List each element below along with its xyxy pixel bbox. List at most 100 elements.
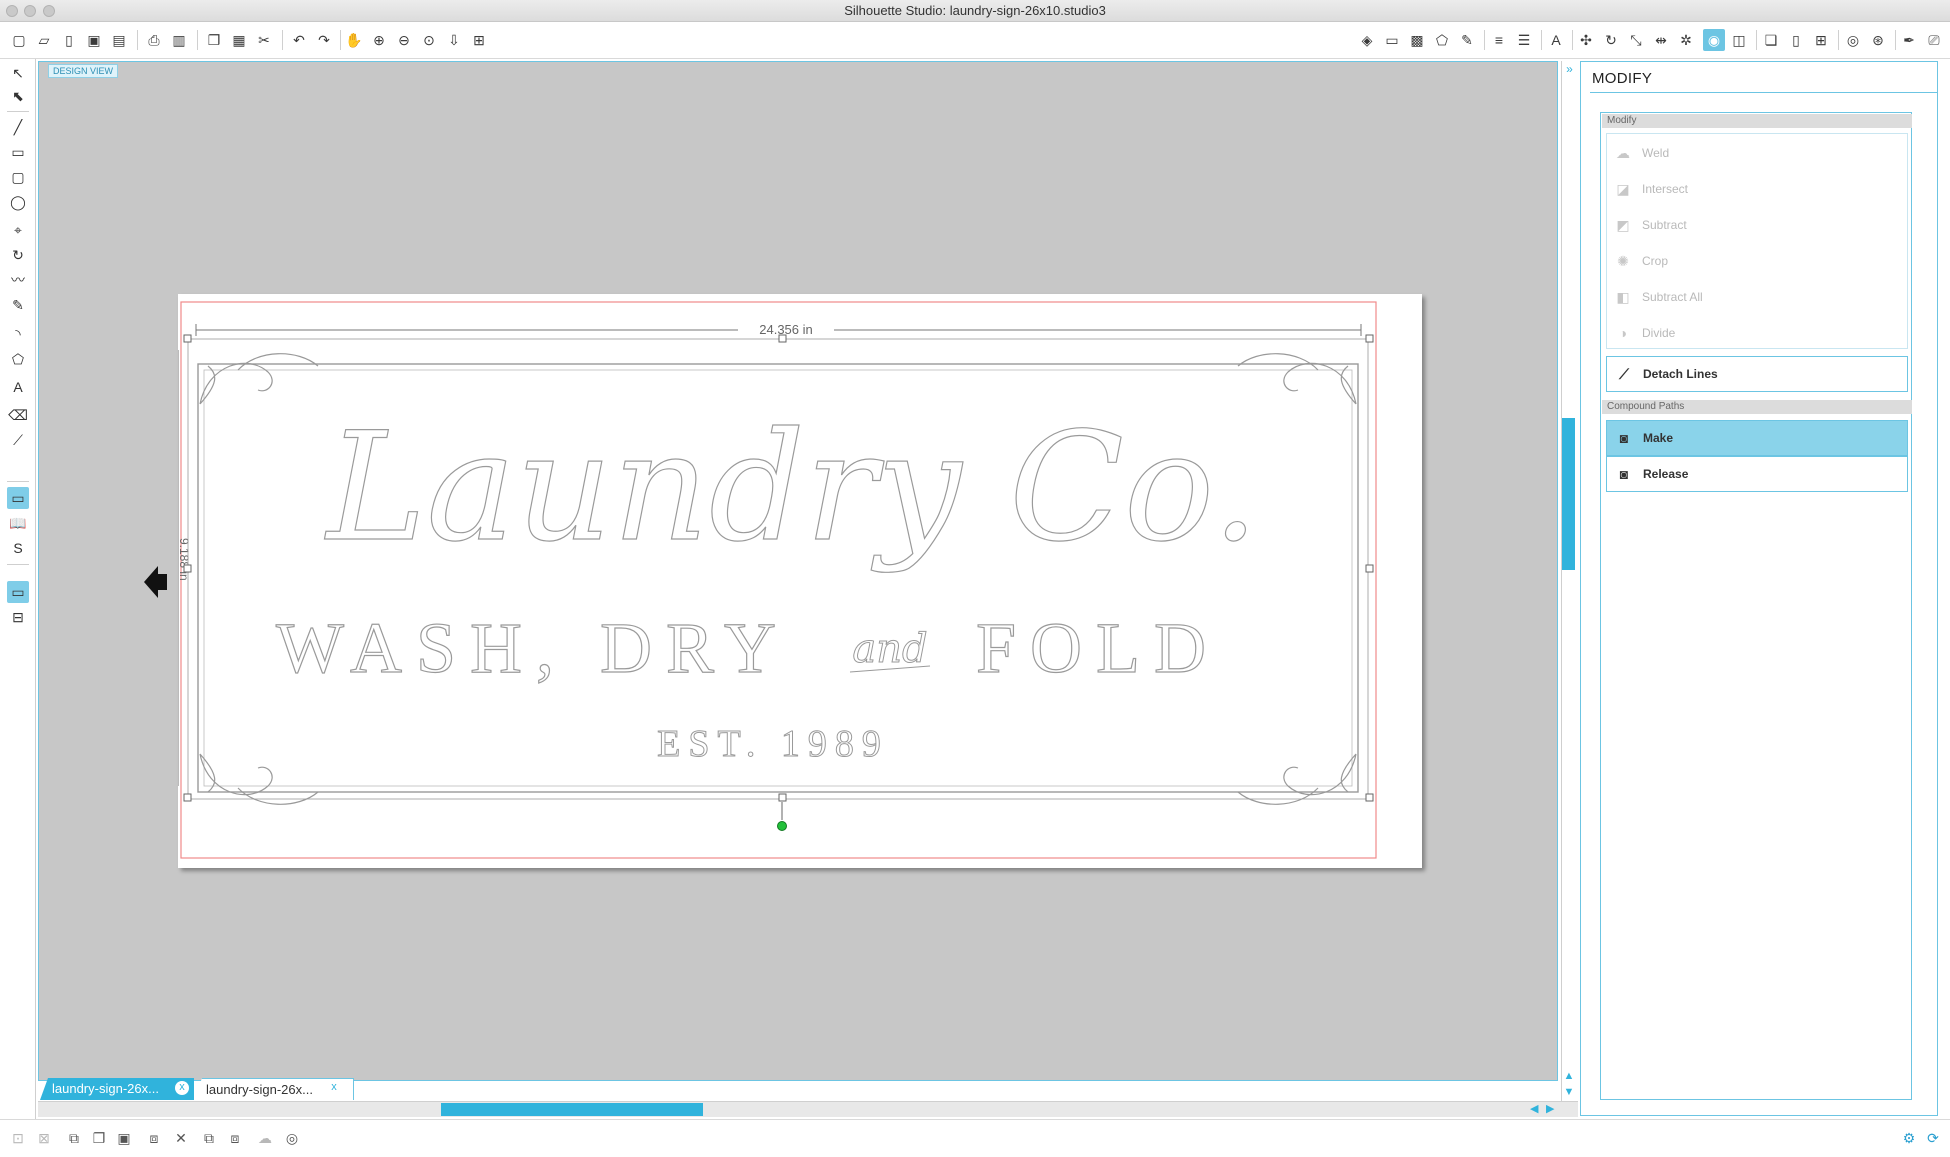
close-tab-icon[interactable]: x	[175, 1081, 189, 1095]
store-icon[interactable]: S	[7, 537, 29, 559]
eraser-tool-icon[interactable]: ⌫	[7, 404, 29, 426]
bring-forward-icon[interactable]: ⧉	[198, 1127, 220, 1149]
tab-label: laundry-sign-26x...	[206, 1082, 313, 1097]
modify-panel-icon[interactable]: ◉	[1703, 29, 1725, 51]
scroll-down-icon[interactable]: ▼	[1562, 1086, 1576, 1100]
undo-icon[interactable]: ↶	[288, 29, 310, 51]
design-page-icon[interactable]: ▭	[7, 487, 29, 509]
redo-icon[interactable]: ↷	[313, 29, 335, 51]
document-tab-1[interactable]: laundry-sign-26x...	[40, 1078, 194, 1100]
scroll-up-icon[interactable]: ▲	[1562, 1070, 1576, 1084]
zoom-out-icon[interactable]: ⊖	[393, 29, 415, 51]
sketch-icon[interactable]: ✎	[1456, 29, 1478, 51]
panel-expand-icon[interactable]: »	[1563, 62, 1576, 76]
offset-icon[interactable]: ◫	[1728, 29, 1750, 51]
send-backward-icon[interactable]: ⧈	[224, 1127, 246, 1149]
freehand-tool-icon[interactable]: 〰	[7, 269, 29, 291]
line-tool-icon[interactable]: ╱	[7, 116, 29, 138]
copy-icon[interactable]: ❐	[203, 29, 225, 51]
print-cut-icon[interactable]: ▥	[168, 29, 190, 51]
divide-button[interactable]: ◑ Divide	[1612, 319, 1676, 347]
open-folder-icon[interactable]: ▱	[33, 29, 55, 51]
group-icon[interactable]: ⊡	[7, 1127, 29, 1149]
point-edit-tool-icon[interactable]: ⬉	[7, 85, 29, 107]
release-compound-icon[interactable]: ❐	[88, 1127, 110, 1149]
trace-icon[interactable]: ◎	[1842, 29, 1864, 51]
replicate-icon[interactable]: ❏	[1760, 29, 1782, 51]
offset-quick-icon[interactable]: ◎	[281, 1127, 303, 1149]
align-icon[interactable]: ✣	[1575, 29, 1597, 51]
fill-color-icon[interactable]: ◈	[1356, 29, 1378, 51]
cut-scissors-icon[interactable]: ✂	[253, 29, 275, 51]
save-as-icon[interactable]: ▤	[108, 29, 130, 51]
rectangle-tool-icon[interactable]: ▭	[7, 141, 29, 163]
weld-button[interactable]: ☁ Weld	[1612, 139, 1669, 167]
grid-icon[interactable]: ⊞	[1810, 29, 1832, 51]
horizontal-scroll-thumb[interactable]	[441, 1103, 703, 1116]
arrange-icon[interactable]: ▣	[113, 1127, 135, 1149]
pattern-icon[interactable]: ▩	[1406, 29, 1428, 51]
arc-tool-icon[interactable]: ◝	[7, 323, 29, 345]
drag-zoom-icon[interactable]: ⇩	[443, 29, 465, 51]
shape-fill-icon[interactable]: ⬠	[1431, 29, 1453, 51]
scroll-left-icon[interactable]: ◀	[1530, 1102, 1544, 1116]
curve-tool-icon[interactable]: ↻	[7, 244, 29, 266]
print-icon[interactable]: ⎙	[143, 29, 165, 51]
zoom-in-icon[interactable]: ⊕	[368, 29, 390, 51]
weld-quick-icon[interactable]: ☁	[254, 1127, 276, 1149]
select-tool-icon[interactable]: ↖	[7, 62, 29, 84]
library-icon[interactable]: ▯	[58, 29, 80, 51]
send-to-cutter-icon[interactable]: ✒	[1898, 29, 1920, 51]
nest-icon[interactable]: ▯	[1785, 29, 1807, 51]
close-tab-icon[interactable]: x	[327, 1081, 341, 1095]
transform-icon[interactable]: ✲	[1675, 29, 1697, 51]
page-setup-icon[interactable]: ▭	[7, 581, 29, 603]
crop-icon: ✺	[1617, 252, 1629, 269]
fit-to-page-icon[interactable]: ⊞	[468, 29, 490, 51]
new-document-icon[interactable]: ▢	[8, 29, 30, 51]
pencil-tool-icon[interactable]: ✎	[7, 294, 29, 316]
height-dimension: 9.188 in	[178, 538, 191, 581]
vertical-scroll-thumb[interactable]	[1562, 418, 1575, 570]
duplicate-icon[interactable]: ⧈	[143, 1127, 165, 1149]
subtract-button[interactable]: ◩ Subtract	[1612, 211, 1686, 239]
send-icon[interactable]: ⎚	[1923, 29, 1945, 51]
rounded-rectangle-tool-icon[interactable]: ▢	[7, 166, 29, 188]
library-view-icon[interactable]: 📖	[7, 512, 29, 534]
cut-mat-page[interactable]: 24.356 in 9.188 in Laundry Co. WASH, DRY…	[177, 294, 1422, 868]
rotate-icon[interactable]: ↻	[1600, 29, 1622, 51]
zoom-selection-icon[interactable]: ⊙	[418, 29, 440, 51]
line-style-icon[interactable]: ☰	[1513, 29, 1535, 51]
save-icon[interactable]: ▣	[83, 29, 105, 51]
knife-tool-icon[interactable]: ⟋	[7, 429, 29, 451]
crop-button[interactable]: ✺ Crop	[1612, 247, 1668, 275]
text-tool-icon[interactable]: A	[7, 376, 29, 398]
scale-icon[interactable]: ⤡	[1625, 29, 1647, 51]
paste-icon[interactable]: ▦	[228, 29, 250, 51]
design-artwork[interactable]: 24.356 in 9.188 in Laundry Co. WASH, DRY…	[177, 294, 1422, 868]
move-icon[interactable]: ⇹	[1650, 29, 1672, 51]
rotate-handle	[777, 821, 787, 831]
layers-icon[interactable]: ⊛	[1867, 29, 1889, 51]
vertical-scrollbar[interactable]	[1561, 61, 1576, 1101]
detach-lines-button[interactable]: ⟋ Detach Lines	[1606, 356, 1908, 392]
regular-polygon-tool-icon[interactable]: ⬠	[7, 348, 29, 370]
polygon-tool-icon[interactable]: ⌖	[7, 219, 29, 241]
line-color-icon[interactable]: ≡	[1488, 29, 1510, 51]
gradient-icon[interactable]: ▭	[1381, 29, 1403, 51]
sync-icon[interactable]: ⟳	[1922, 1127, 1944, 1149]
subtract-all-button[interactable]: ◧ Subtract All	[1612, 283, 1702, 311]
release-compound-button[interactable]: ◙ Release	[1606, 456, 1908, 492]
text-style-icon[interactable]: A	[1545, 29, 1567, 51]
make-compound-button[interactable]: ◙ Make	[1606, 420, 1908, 456]
ellipse-tool-icon[interactable]: ◯	[7, 191, 29, 213]
ungroup-icon[interactable]: ⊠	[33, 1127, 55, 1149]
delete-icon[interactable]: ✕	[170, 1127, 192, 1149]
intersect-button[interactable]: ◪ Intersect	[1612, 175, 1688, 203]
settings-gear-icon[interactable]: ⚙	[1898, 1127, 1920, 1149]
scroll-right-icon[interactable]: ▶	[1546, 1102, 1560, 1116]
pan-hand-icon[interactable]: ✋	[343, 29, 365, 51]
split-view-icon[interactable]: ⊟	[7, 606, 29, 628]
make-compound-icon[interactable]: ⧉	[63, 1127, 85, 1149]
horizontal-scrollbar[interactable]	[38, 1101, 1578, 1117]
